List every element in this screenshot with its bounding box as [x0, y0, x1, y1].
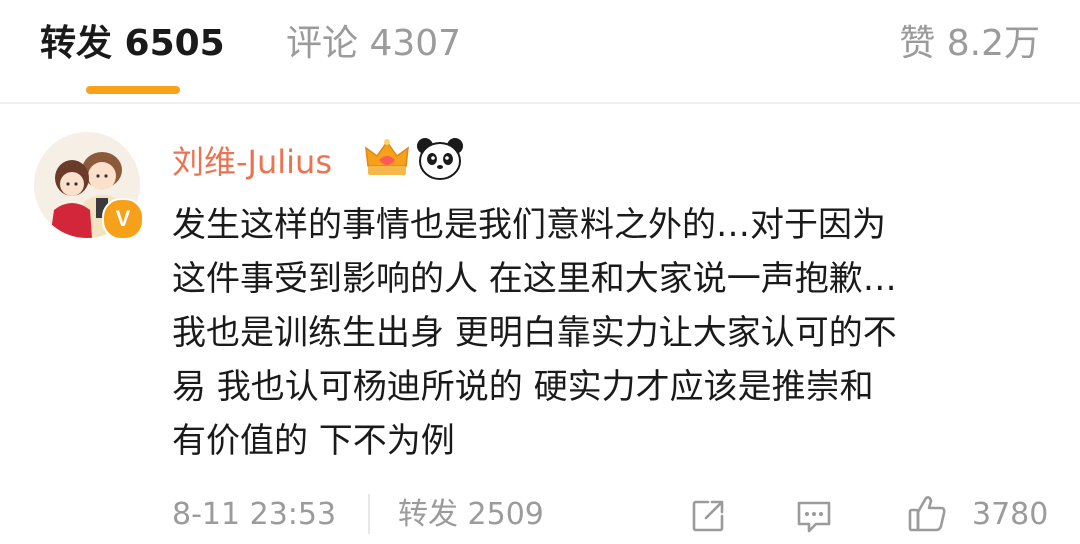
comment-icon[interactable] [794, 496, 834, 536]
comment-line: 易 我也认可杨迪所说的 硬实力才应该是推崇和 [172, 367, 874, 407]
verified-badge: V [102, 198, 144, 240]
comment-line: 这件事受到影响的人 在这里和大家说一声抱歉… [172, 259, 897, 299]
tab-comment[interactable]: 评论 4307 [286, 22, 461, 66]
thumbs-up-icon[interactable] [906, 492, 948, 534]
panda-icon[interactable] [415, 134, 465, 182]
divider [0, 102, 1080, 104]
comment-footer: 8-11 23:53 转发 2509 3780 [0, 488, 1080, 544]
like-count[interactable]: 3780 [972, 496, 1048, 534]
comment-time: 8-11 23:53 [172, 497, 337, 532]
repost-count[interactable]: 转发 2509 [398, 496, 544, 534]
comment-line: 有价值的 下不为例 [172, 421, 455, 461]
divider [368, 494, 370, 534]
comment-username[interactable]: 刘维-Julius [172, 142, 332, 182]
tab-like[interactable]: 赞 8.2万 [899, 22, 1040, 66]
comment-line: 我也是训练生出身 更明白靠实力让大家认可的不 [172, 313, 897, 353]
tab-repost[interactable]: 转发 6505 [40, 22, 225, 66]
crown-icon[interactable] [362, 136, 412, 182]
share-icon[interactable] [688, 496, 728, 536]
active-tab-indicator [86, 86, 180, 94]
comment-text: 发生这样的事情也是我们意料之外的…对于因为 这件事受到影响的人 在这里和大家说一… [172, 198, 1052, 468]
tab-bar: 转发 6505 评论 4307 赞 8.2万 [0, 0, 1080, 100]
comment-line: 发生这样的事情也是我们意料之外的…对于因为 [172, 205, 886, 245]
